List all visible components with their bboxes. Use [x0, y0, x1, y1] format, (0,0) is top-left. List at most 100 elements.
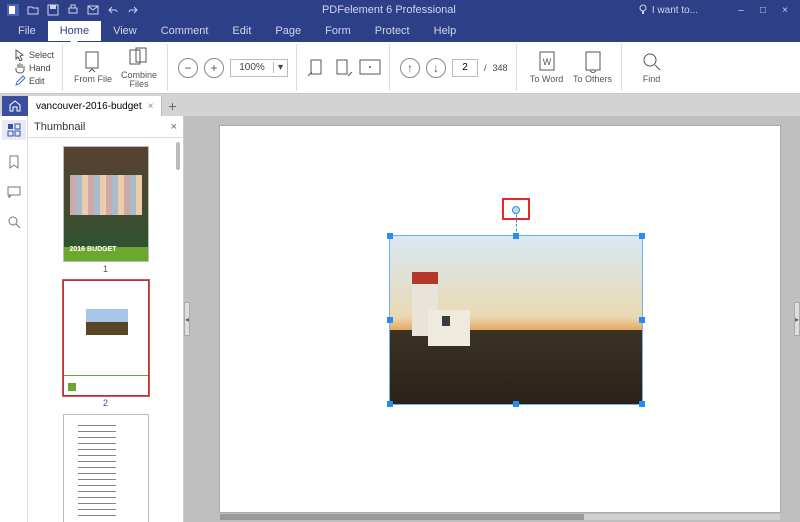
app-logo-icon [6, 3, 20, 17]
zoom-out-button[interactable]: − [178, 58, 198, 78]
image-detail [442, 316, 450, 326]
collapse-panel-right-button[interactable]: ▸ [794, 302, 800, 336]
chevron-down-icon: ▾ [273, 62, 287, 73]
combine-files-button[interactable]: Combine Files [119, 45, 159, 91]
resize-handle-bl[interactable] [387, 401, 393, 407]
menu-form[interactable]: Form [313, 21, 363, 41]
resize-handle-tr[interactable] [639, 233, 645, 239]
resize-handle-mr[interactable] [639, 317, 645, 323]
minimize-button[interactable]: – [732, 5, 750, 16]
window-title: PDFelement 6 Professional [140, 4, 638, 16]
ribbon-group-zoom: − + 100%▾ [170, 44, 297, 91]
page-total: 348 [493, 63, 508, 73]
save-icon[interactable] [46, 3, 60, 17]
select-tool-button[interactable]: Select [14, 49, 54, 61]
page-view[interactable] [220, 126, 780, 512]
close-button[interactable]: × [776, 5, 794, 16]
collapse-panel-left-button[interactable]: ◂ [184, 302, 190, 336]
resize-handle-tl[interactable] [387, 233, 393, 239]
edit-tool-button[interactable]: Edit [14, 75, 54, 87]
document-tab[interactable]: vancouver-2016-budget × [28, 96, 162, 116]
menu-bar: File Home View Comment Edit Page Form Pr… [0, 20, 800, 42]
ribbon-group-fit [299, 44, 390, 91]
select-label: Select [29, 50, 54, 60]
home-tab-button[interactable] [2, 96, 28, 116]
thumb1-num: 1 [103, 264, 108, 274]
quick-access-toolbar [0, 3, 140, 17]
mail-icon[interactable] [86, 3, 100, 17]
undo-icon[interactable] [106, 3, 120, 17]
menu-comment[interactable]: Comment [149, 21, 221, 41]
menu-file[interactable]: File [6, 21, 48, 41]
to-others-button[interactable]: To Others [573, 45, 613, 91]
search-icon [641, 51, 663, 73]
fit-page-button[interactable] [307, 58, 327, 78]
resize-handle-tc[interactable] [513, 233, 519, 239]
comment-panel-button[interactable] [6, 184, 22, 200]
new-tab-button[interactable]: + [162, 96, 182, 116]
selected-image-object[interactable] [390, 236, 642, 404]
lighthouse-image[interactable] [390, 236, 642, 404]
menu-edit[interactable]: Edit [220, 21, 263, 41]
close-tab-button[interactable]: × [148, 101, 154, 112]
i-want-to-button[interactable]: I want to... [638, 4, 698, 16]
thumbnail-page-3[interactable]: 3 [63, 414, 149, 522]
resize-handle-ml[interactable] [387, 317, 393, 323]
thumbnail-list[interactable]: 2016 BUDGET 1 2 3 [28, 138, 183, 522]
ribbon-group-convert: W To Word To Others [519, 44, 622, 91]
page-number-input[interactable] [452, 59, 478, 77]
ribbon-group-create: From File Combine Files [65, 44, 168, 91]
edit-label: Edit [29, 76, 45, 86]
thumbnail-panel-header: Thumbnail × [28, 116, 183, 138]
thumbnail-page-2[interactable]: 2 [63, 280, 149, 408]
menu-page[interactable]: Page [263, 21, 313, 41]
menu-view[interactable]: View [101, 21, 149, 41]
from-file-button[interactable]: From File [73, 45, 113, 91]
zoom-value: 100% [231, 62, 273, 73]
rotate-handle[interactable] [512, 206, 520, 214]
thumbnail-panel-title: Thumbnail [34, 121, 85, 133]
document-tab-label: vancouver-2016-budget [36, 101, 142, 112]
document-canvas[interactable]: ◂ ▸ [184, 116, 800, 522]
menu-home[interactable]: Home [48, 21, 101, 41]
actual-size-button[interactable] [359, 59, 381, 77]
search-panel-button[interactable] [6, 214, 22, 230]
hand-tool-button[interactable]: Hand [14, 62, 54, 74]
next-page-button[interactable]: ↓ [426, 58, 446, 78]
menu-help[interactable]: Help [422, 21, 469, 41]
menu-protect[interactable]: Protect [363, 21, 422, 41]
resize-handle-bc[interactable] [513, 401, 519, 407]
to-word-button[interactable]: W To Word [527, 45, 567, 91]
thumbnail-panel-button[interactable] [2, 120, 26, 140]
redo-icon[interactable] [126, 3, 140, 17]
horizontal-scrollbar-thumb[interactable] [220, 514, 584, 520]
from-file-icon [82, 51, 104, 73]
lightbulb-icon [638, 4, 648, 16]
thumbnail-page-1[interactable]: 2016 BUDGET 1 [63, 146, 149, 274]
thumbnail-panel: Thumbnail × 2016 BUDGET 1 2 3 [28, 116, 184, 522]
ribbon-group-pagenav: ↑ ↓ / 348 [392, 44, 517, 91]
thumbnail-panel-close-button[interactable]: × [171, 121, 177, 133]
open-icon[interactable] [26, 3, 40, 17]
find-label: Find [643, 75, 661, 84]
resize-handle-br[interactable] [639, 401, 645, 407]
to-others-icon [582, 51, 604, 73]
maximize-button[interactable]: □ [754, 5, 772, 16]
zoom-in-button[interactable]: + [204, 58, 224, 78]
to-word-label: To Word [530, 75, 563, 84]
bookmark-panel-button[interactable] [6, 154, 22, 170]
ribbon-group-find: Find [624, 44, 680, 91]
find-button[interactable]: Find [632, 45, 672, 91]
horizontal-scrollbar[interactable] [220, 514, 780, 520]
i-want-to-label: I want to... [652, 5, 698, 16]
fit-width-button[interactable] [333, 58, 353, 78]
to-others-label: To Others [573, 75, 612, 84]
from-file-label: From File [74, 75, 112, 84]
title-bar: PDFelement 6 Professional I want to... –… [0, 0, 800, 20]
thumb1-caption: 2016 BUDGET [70, 246, 117, 253]
print-icon[interactable] [66, 3, 80, 17]
thumbnail-scrollbar[interactable] [176, 142, 180, 170]
zoom-level-dropdown[interactable]: 100%▾ [230, 59, 288, 77]
prev-page-button[interactable]: ↑ [400, 58, 420, 78]
to-word-icon: W [536, 51, 558, 73]
